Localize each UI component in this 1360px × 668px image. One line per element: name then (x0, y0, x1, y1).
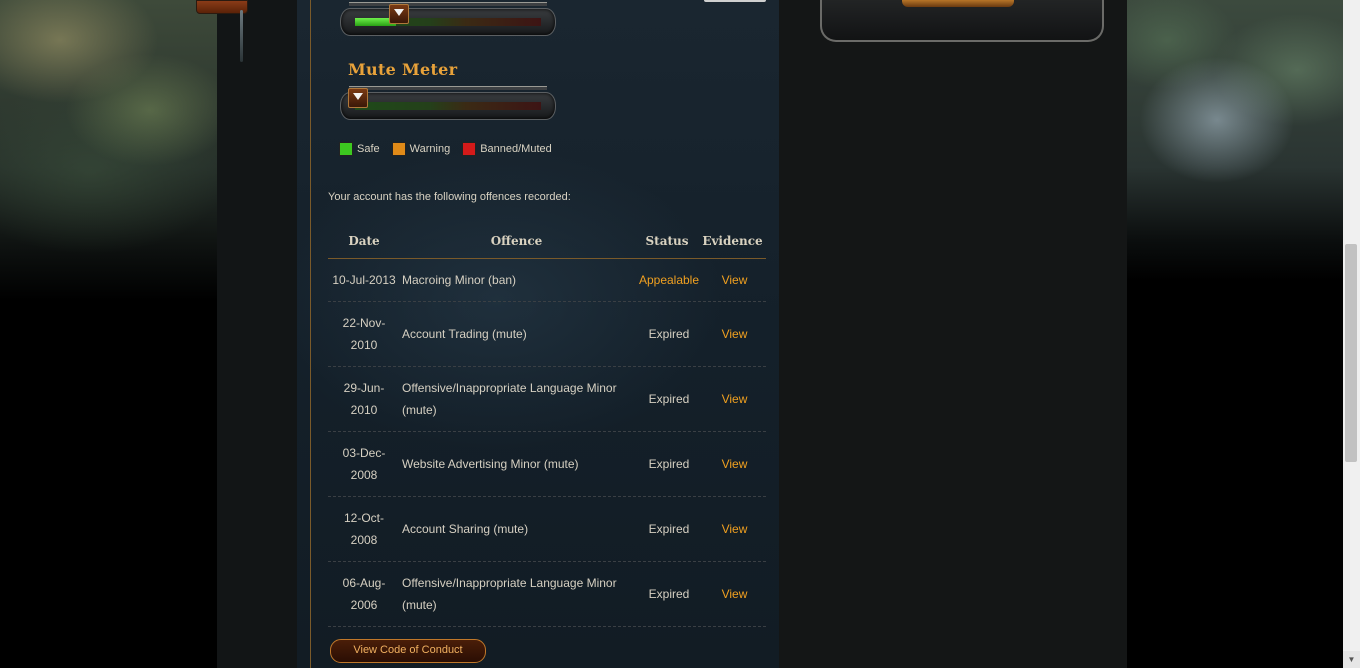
evidence-link[interactable]: View (703, 522, 766, 536)
background-scenery-left (0, 0, 217, 668)
table-row: 06-Aug-2006 Offensive/Inappropriate Lang… (328, 562, 766, 627)
row-offence: Offensive/Inappropriate Language Minor (… (402, 381, 617, 417)
meter-track (355, 102, 541, 110)
row-status[interactable]: Appealable (635, 273, 703, 287)
left-gutter (217, 0, 297, 668)
row-date: 06-Aug-2006 (342, 576, 386, 612)
header-date: Date (348, 234, 380, 248)
offences-table: Date Offence Status Evidence 10-Jul-2013… (328, 224, 766, 627)
view-code-of-conduct-button[interactable]: View Code of Conduct (330, 639, 486, 663)
mute-meter-title: Mute Meter (348, 60, 458, 79)
offence-meter (340, 2, 556, 36)
content-border (310, 0, 311, 668)
legend-safe: Safe (339, 142, 380, 156)
legend-warning: Warning (391, 142, 451, 156)
table-header: Date Offence Status Evidence (328, 224, 766, 259)
row-status: Expired (648, 327, 690, 341)
evidence-link[interactable]: View (703, 457, 766, 471)
legend-label: Warning (409, 143, 451, 155)
evidence-link[interactable]: View (703, 327, 766, 341)
evidence-link[interactable]: View (703, 273, 766, 287)
header-offence: Offence (490, 234, 543, 248)
row-date: 10-Jul-2013 (332, 273, 396, 287)
mute-meter (340, 86, 556, 120)
right-widget-button[interactable] (902, 0, 1014, 7)
background-scenery-right (1127, 0, 1343, 668)
row-date: 12-Oct-2008 (343, 511, 384, 547)
row-status: Expired (648, 457, 690, 471)
table-row: 29-Jun-2010 Offensive/Inappropriate Lang… (328, 367, 766, 432)
row-offence: Website Advertising Minor (mute) (402, 457, 579, 471)
row-offence: Offensive/Inappropriate Language Minor (… (402, 576, 617, 612)
meter-pointer-icon (389, 4, 409, 24)
scroll-down-arrow-icon[interactable]: ▼ (1343, 651, 1360, 668)
offences-intro-text: Your account has the following offences … (328, 191, 571, 203)
top-button-partial[interactable] (704, 0, 766, 2)
row-date: 03-Dec-2008 (342, 446, 386, 482)
safe-swatch-icon (339, 142, 353, 156)
header-evidence: Evidence (702, 234, 763, 248)
evidence-link[interactable]: View (703, 392, 766, 406)
header-status: Status (645, 234, 689, 248)
table-row: 12-Oct-2008 Account Sharing (mute) Expir… (328, 497, 766, 562)
meter-top-bar (349, 2, 547, 6)
legend-banned-muted: Banned/Muted (462, 142, 552, 156)
row-offence: Macroing Minor (ban) (402, 273, 517, 287)
row-date: 22-Nov-2010 (342, 316, 386, 352)
right-column (779, 0, 1127, 668)
ornament-chain (240, 10, 243, 62)
meter-top-bar (349, 86, 547, 90)
table-row: 03-Dec-2008 Website Advertising Minor (m… (328, 432, 766, 497)
legend-label: Safe (357, 143, 380, 155)
legend-label: Banned/Muted (480, 143, 552, 155)
row-status: Expired (648, 587, 690, 601)
table-row: 10-Jul-2013 Macroing Minor (ban) Appeala… (328, 259, 766, 302)
row-offence: Account Sharing (mute) (402, 522, 529, 536)
warning-swatch-icon (391, 142, 406, 156)
row-status: Expired (648, 522, 690, 536)
table-row: 22-Nov-2010 Account Trading (mute) Expir… (328, 302, 766, 367)
evidence-link[interactable]: View (703, 587, 766, 601)
meter-pointer-icon (348, 88, 368, 108)
banned-swatch-icon (462, 142, 477, 156)
row-date: 29-Jun-2010 (343, 381, 385, 417)
meter-legend: Safe Warning Banned/Muted (339, 142, 552, 156)
row-offence: Account Trading (mute) (402, 327, 527, 341)
scrollbar-thumb[interactable] (1345, 244, 1357, 462)
row-status: Expired (648, 392, 690, 406)
